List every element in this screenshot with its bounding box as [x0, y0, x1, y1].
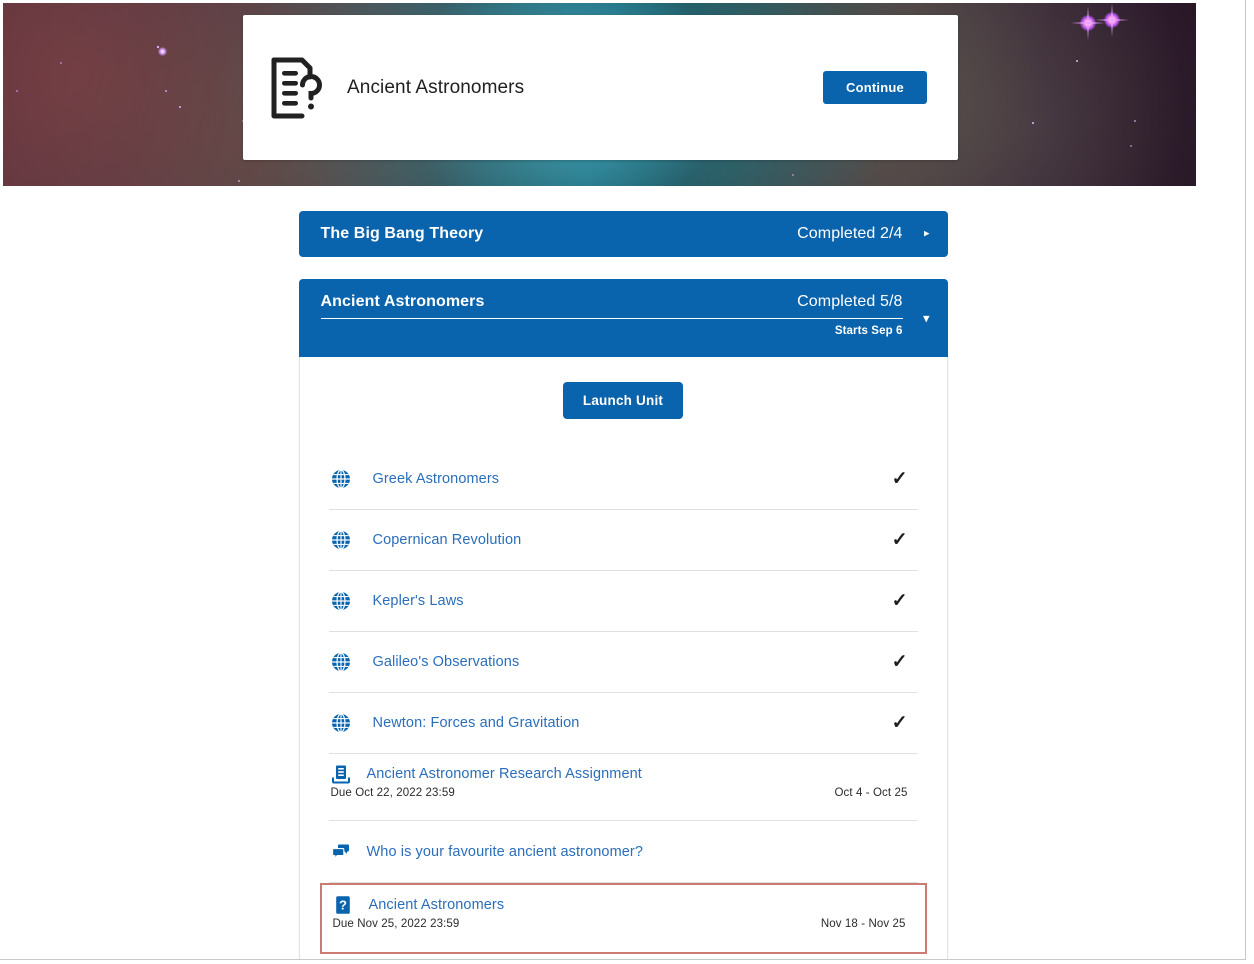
completed-check-icon: ✓	[891, 468, 908, 490]
due-date: Due Oct 22, 2022 23:59	[330, 787, 455, 799]
discussion-icon	[331, 842, 351, 862]
due-date: Due Nov 25, 2022 23:59	[332, 918, 460, 930]
item-link[interactable]: Newton: Forces and Gravitation	[373, 715, 580, 731]
list-item[interactable]: Galileo's Observations ✓	[328, 632, 918, 693]
completed-check-icon: ✓	[891, 651, 908, 673]
chevron-down-icon[interactable]: ▾	[923, 312, 930, 325]
globe-icon	[331, 469, 351, 489]
list-item[interactable]: Who is your favourite ancient astronomer…	[328, 821, 918, 883]
item-link[interactable]: Who is your favourite ancient astronomer…	[367, 844, 644, 860]
item-link[interactable]: Galileo's Observations	[373, 654, 520, 670]
item-link[interactable]: Greek Astronomers	[373, 471, 500, 487]
item-link[interactable]: Ancient Astronomer Research Assignment	[367, 766, 642, 782]
module-completion-status: Completed 2/4	[797, 225, 903, 242]
bright-star-icon	[1095, 3, 1129, 37]
svg-text:?: ?	[339, 898, 347, 913]
completed-check-icon: ✓	[891, 529, 908, 551]
module-block-ancient-astronomers: Ancient Astronomers Completed 5/8 Starts…	[298, 279, 948, 357]
globe-icon	[331, 530, 351, 550]
bright-star-icon	[1071, 6, 1105, 40]
globe-icon	[331, 713, 351, 733]
availability-range: Oct 4 - Oct 25	[834, 787, 908, 799]
module-items-list: Greek Astronomers ✓ Copernican Revolutio…	[300, 449, 947, 954]
bright-star-icon	[158, 47, 167, 56]
list-item[interactable]: Greek Astronomers ✓	[328, 449, 918, 510]
module-completion-status: Completed 5/8	[797, 293, 903, 310]
continue-button[interactable]: Continue	[823, 71, 927, 104]
current-activity-card: Ancient Astronomers Continue	[243, 15, 958, 160]
module-content-panel: Launch Unit Greek Astronomers ✓ Copernic…	[298, 357, 948, 959]
assignment-question-icon	[269, 57, 325, 119]
list-item[interactable]: Ancient Astronomer Research Assignment D…	[328, 754, 918, 821]
list-item[interactable]: Copernican Revolution ✓	[328, 510, 918, 571]
item-link[interactable]: Ancient Astronomers	[369, 897, 505, 913]
launch-unit-container: Launch Unit	[300, 382, 947, 419]
module-block-big-bang: The Big Bang Theory Completed 2/4 ▸	[298, 211, 948, 257]
item-link[interactable]: Kepler's Laws	[373, 593, 464, 609]
chevron-right-icon[interactable]: ▸	[924, 228, 930, 240]
assignment-icon	[331, 764, 351, 784]
module-title: Ancient Astronomers	[320, 293, 485, 310]
list-item-highlighted[interactable]: ? Ancient Astronomers Due Nov 25, 2022 2…	[319, 883, 927, 954]
globe-icon	[331, 652, 351, 672]
module-header-big-bang[interactable]: The Big Bang Theory Completed 2/4 ▸	[298, 211, 948, 257]
item-link[interactable]: Copernican Revolution	[373, 532, 522, 548]
completed-check-icon: ✓	[891, 712, 908, 734]
completed-check-icon: ✓	[891, 590, 908, 612]
page-frame: Ancient Astronomers Continue The Big Ban…	[0, 0, 1246, 960]
modules-list: The Big Bang Theory Completed 2/4 ▸ Anci…	[0, 186, 1245, 959]
module-header-ancient-astronomers[interactable]: Ancient Astronomers Completed 5/8 Starts…	[298, 279, 948, 357]
hero-title: Ancient Astronomers	[347, 76, 525, 98]
list-item[interactable]: Kepler's Laws ✓	[328, 571, 918, 632]
availability-range: Nov 18 - Nov 25	[820, 918, 906, 930]
quiz-icon: ?	[333, 895, 353, 915]
globe-icon	[331, 591, 351, 611]
module-title: The Big Bang Theory	[320, 225, 484, 242]
module-start-date: Starts Sep 6	[834, 325, 903, 337]
launch-unit-button[interactable]: Launch Unit	[562, 382, 684, 419]
list-item[interactable]: Newton: Forces and Gravitation ✓	[328, 693, 918, 754]
